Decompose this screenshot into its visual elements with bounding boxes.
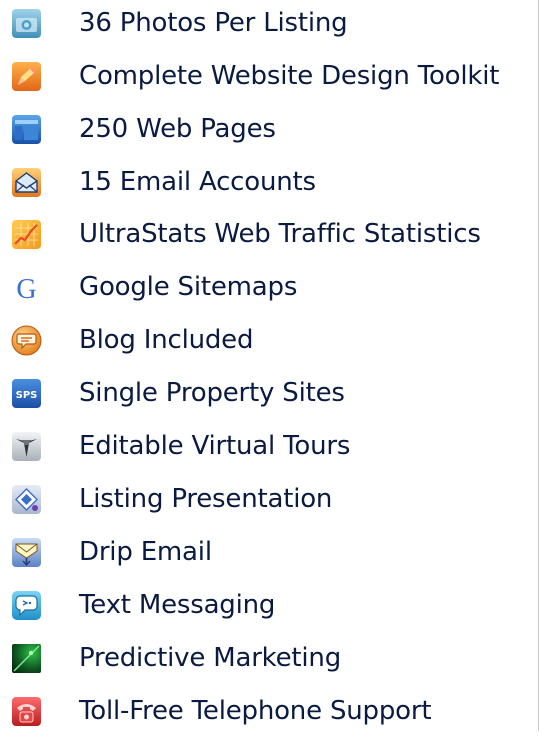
svg-text:G: G: [16, 274, 36, 303]
google-g-icon: G: [11, 272, 42, 303]
stats-chart-icon: [11, 219, 42, 250]
web-pages-icon: [11, 114, 42, 145]
list-item: 250 Web Pages: [0, 103, 539, 156]
pencil-icon: [11, 61, 42, 92]
list-item-label: 250 Web Pages: [79, 114, 276, 144]
svg-text:SPS: SPS: [16, 390, 38, 401]
list-item-label: Editable Virtual Tours: [79, 431, 351, 461]
list-item: SPS Single Property Sites: [0, 367, 539, 420]
list-item-label: Google Sitemaps: [79, 272, 298, 302]
list-item-label: Toll-Free Telephone Support: [79, 696, 432, 726]
list-item-label: 15 Email Accounts: [79, 167, 316, 197]
feature-list: 36 Photos Per Listing Complete Website D…: [0, 0, 539, 731]
list-item: 36 Photos Per Listing: [0, 0, 539, 50]
list-item-label: Drip Email: [79, 537, 212, 567]
list-item-label: Predictive Marketing: [79, 643, 342, 673]
list-item-label: Single Property Sites: [79, 378, 345, 408]
list-item-label: Text Messaging: [79, 590, 276, 620]
list-item: Toll-Free Telephone Support: [0, 685, 539, 738]
list-item-label: UltraStats Web Traffic Statistics: [79, 219, 481, 249]
blog-bubble-icon: [11, 325, 42, 356]
list-item: Text Messaging: [0, 579, 539, 632]
list-item-label: Listing Presentation: [79, 484, 333, 514]
list-item-label: Blog Included: [79, 325, 254, 355]
list-item: Editable Virtual Tours: [0, 420, 539, 473]
virtual-tour-icon: [11, 431, 42, 462]
sps-icon: SPS: [11, 378, 42, 409]
radar-icon: [11, 643, 42, 674]
telephone-icon: [11, 696, 42, 727]
list-item: 15 Email Accounts: [0, 156, 539, 209]
list-item-label: 36 Photos Per Listing: [79, 8, 348, 38]
list-item: G Google Sitemaps: [0, 261, 539, 314]
list-item: Listing Presentation: [0, 473, 539, 526]
drip-email-icon: [11, 537, 42, 568]
text-message-icon: [11, 590, 42, 621]
list-item: Blog Included: [0, 314, 539, 367]
list-item: UltraStats Web Traffic Statistics: [0, 208, 539, 261]
list-item: Predictive Marketing: [0, 632, 539, 685]
list-item: Drip Email: [0, 526, 539, 579]
list-item-label: Complete Website Design Toolkit: [79, 61, 500, 91]
camera-icon: [11, 8, 42, 39]
list-item: Complete Website Design Toolkit: [0, 50, 539, 103]
envelope-icon: [11, 167, 42, 198]
presentation-icon: [11, 484, 42, 515]
